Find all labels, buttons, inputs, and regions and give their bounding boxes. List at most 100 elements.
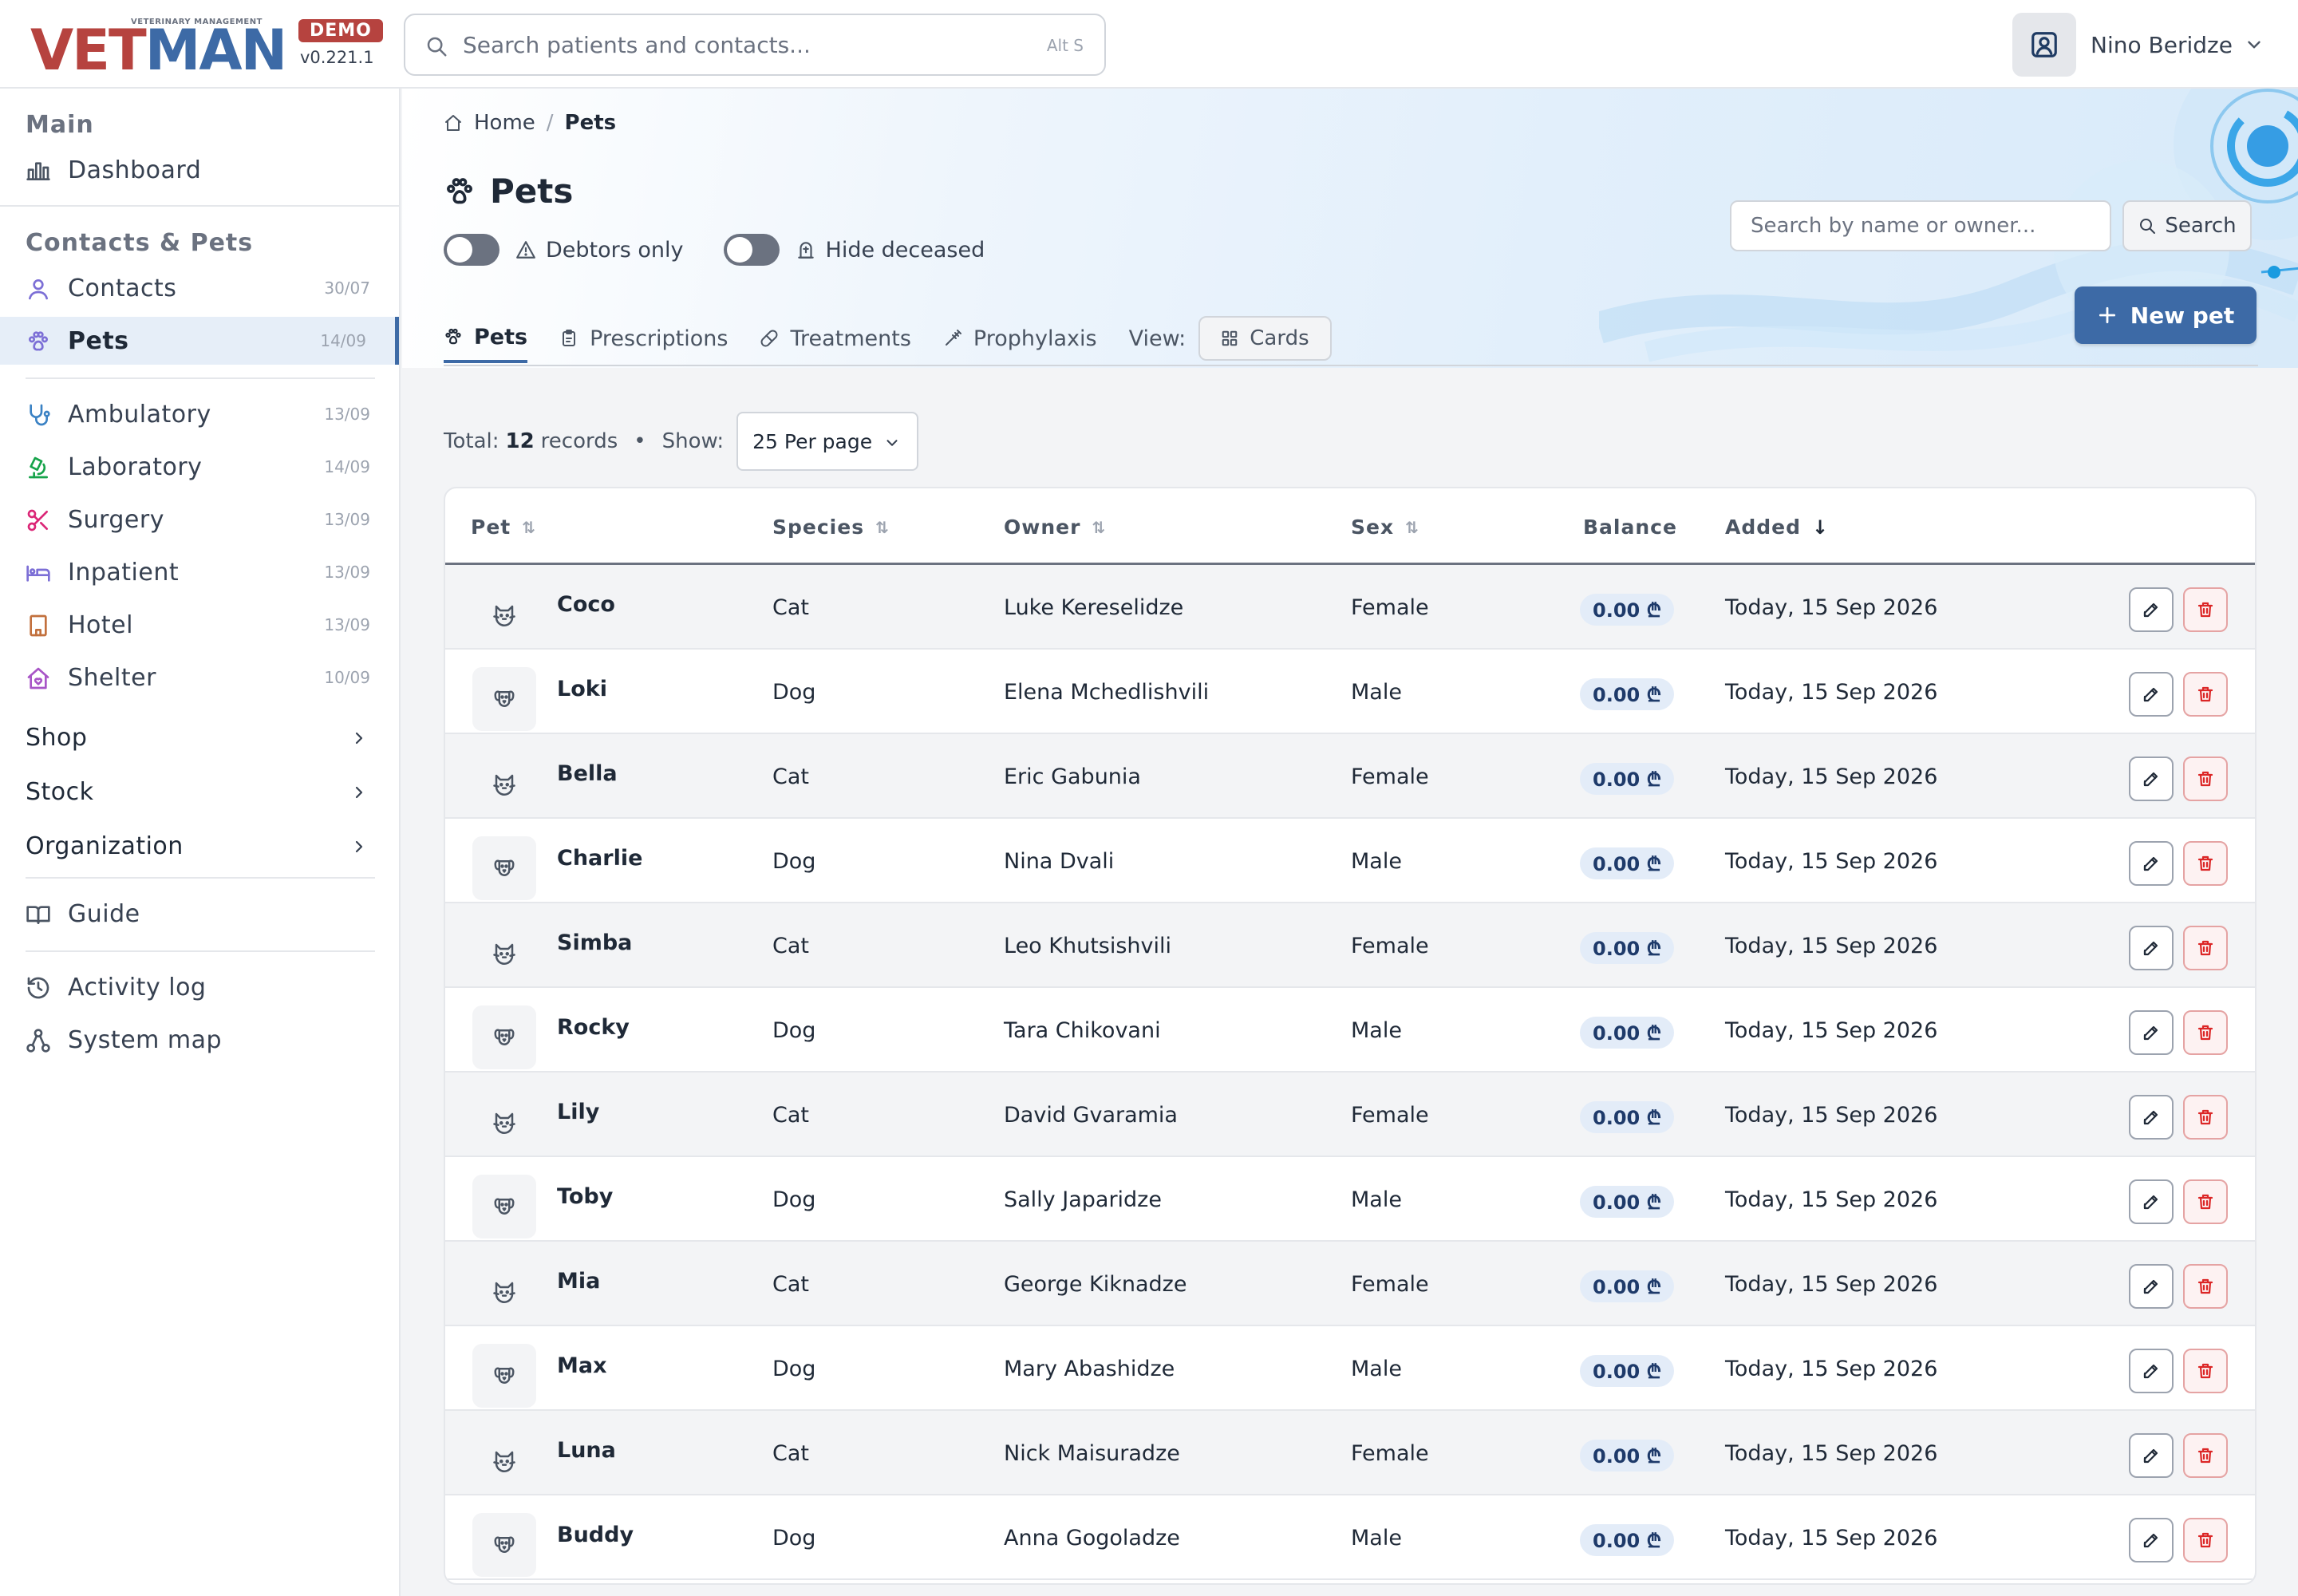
table-row[interactable]: Charlie Dog Nina Dvali Male 0.00 ₾ Today, 15 … [445,819,2255,903]
global-search-input[interactable] [463,15,989,74]
table-row[interactable]: Luna Cat Nick Maisuradze Female 0.00 ₾ Today,… [445,1411,2255,1495]
pet-owner[interactable]: George Kiknadze [1004,1272,1187,1297]
pet-owner[interactable]: Eric Gabunia [1004,764,1141,789]
pet-name[interactable]: Buddy [557,1523,634,1547]
view-mode-cards-button[interactable]: Cards [1198,316,1332,361]
column-header-species[interactable]: Species ⇅ [772,516,889,539]
table-row[interactable]: Buddy Dog Anna Gogoladze Male 0.00 ₾ Today, 1… [445,1495,2255,1580]
sidebar-item-surgery[interactable]: Surgery 13/09 [0,496,399,543]
column-header-pet[interactable]: Pet ⇅ [471,516,535,539]
delete-button[interactable] [2183,757,2228,801]
edit-icon [2143,772,2158,787]
sidebar-group-shop[interactable]: Shop [0,714,399,762]
pill-icon [760,330,778,347]
pet-search-input[interactable] [1731,202,2110,250]
tab-prescriptions[interactable]: Prescriptions [559,314,728,363]
pet-owner[interactable]: David Gvaramia [1004,1103,1178,1128]
edit-button[interactable] [2129,587,2174,632]
table-row[interactable]: Simba Cat Leo Khutsishvili Female 0.00 ₾ Toda… [445,903,2255,988]
edit-button[interactable] [2129,1264,2174,1309]
pet-name[interactable]: Rocky [557,1015,630,1040]
delete-button[interactable] [2183,1095,2228,1140]
sidebar-group-organization[interactable]: Organization [0,823,399,871]
sidebar-group-stock[interactable]: Stock [0,768,399,816]
table-row[interactable]: Bella Cat Eric Gabunia Female 0.00 ₾ Today, 1… [445,734,2255,819]
delete-button[interactable] [2183,1349,2228,1393]
pet-search-box[interactable] [1730,200,2111,251]
new-pet-button[interactable]: New pet [2075,286,2257,344]
table-row[interactable]: Coco Cat Luke Kereselidze Female 0.00 ₾ Today… [445,565,2255,650]
sidebar-item-pets[interactable]: Pets 14/09 [0,317,399,365]
pet-name[interactable]: Bella [557,761,618,786]
sidebar-item-guide[interactable]: Guide [0,890,399,938]
edit-button[interactable] [2129,1095,2174,1140]
pet-name[interactable]: Lily [557,1100,599,1124]
tab-prophylaxis[interactable]: Prophylaxis [943,314,1097,363]
delete-button[interactable] [2183,1264,2228,1309]
table-row[interactable]: Toby Dog Sally Japaridze Male 0.00 ₾ Today, 1… [445,1157,2255,1242]
paw-icon [29,331,48,351]
edit-button[interactable] [2129,1179,2174,1224]
global-search[interactable]: Alt S [404,14,1106,76]
pet-owner[interactable]: Sally Japaridze [1004,1187,1162,1212]
sidebar-item-laboratory[interactable]: Laboratory 14/09 [0,443,399,491]
pet-owner[interactable]: Nick Maisuradze [1004,1441,1180,1466]
edit-button[interactable] [2129,1349,2174,1393]
delete-button[interactable] [2183,1179,2228,1224]
pet-name[interactable]: Coco [557,592,615,617]
table-row[interactable]: Rocky Dog Tara Chikovani Male 0.00 ₾ Today, 1… [445,988,2255,1073]
pet-owner[interactable]: Leo Khutsishvili [1004,934,1171,958]
pet-owner[interactable]: Nina Dvali [1004,849,1114,874]
table-row[interactable]: Lily Cat David Gvaramia Female 0.00 ₾ Today, … [445,1073,2255,1157]
pet-owner[interactable]: Elena Mchedlishvili [1004,680,1209,705]
pet-owner[interactable]: Anna Gogoladze [1004,1526,1180,1551]
edit-button[interactable] [2129,1433,2174,1478]
delete-button[interactable] [2183,672,2228,717]
table-row[interactable]: Loki Dog Elena Mchedlishvili Male 0.00 ₾ Toda… [445,650,2255,734]
sidebar-item-inpatient[interactable]: Inpatient 13/09 [0,548,399,596]
edit-button[interactable] [2129,926,2174,970]
sidebar-item-shelter[interactable]: Shelter 10/09 [0,654,399,701]
search-button[interactable]: Search [2122,200,2252,251]
breadcrumb-home-link[interactable]: Home [474,111,535,135]
column-header-owner[interactable]: Owner ⇅ [1004,516,1105,539]
pet-name[interactable]: Toby [557,1184,613,1209]
sidebar-item-system-map[interactable]: System map [0,1016,399,1064]
pet-name[interactable]: Max [557,1353,607,1378]
sidebar-item-activity-log[interactable]: Activity log [0,963,399,1011]
delete-button[interactable] [2183,841,2228,886]
delete-button[interactable] [2183,1518,2228,1562]
tab-treatments[interactable]: Treatments [760,314,911,363]
pet-name[interactable]: Charlie [557,846,642,871]
sidebar-item-hotel[interactable]: Hotel 13/09 [0,601,399,649]
column-header-sex[interactable]: Sex ⇅ [1351,516,1419,539]
delete-button[interactable] [2183,926,2228,970]
delete-button[interactable] [2183,1433,2228,1478]
column-header-added[interactable]: Added ↓ [1725,516,1828,539]
per-page-select[interactable]: 25 Per page [736,412,919,471]
pet-owner[interactable]: Mary Abashidze [1004,1357,1175,1381]
edit-button[interactable] [2129,672,2174,717]
tab-pets[interactable]: Pets [444,314,528,363]
sidebar-item-ambulatory[interactable]: Ambulatory 13/09 [0,390,399,438]
delete-button[interactable] [2183,1010,2228,1055]
debtors-only-toggle[interactable] [444,234,499,266]
sidebar-item-dashboard[interactable]: Dashboard [0,146,399,194]
pet-name[interactable]: Loki [557,677,607,701]
edit-button[interactable] [2129,841,2174,886]
pet-name[interactable]: Mia [557,1269,600,1294]
hide-deceased-toggle[interactable] [723,234,780,266]
edit-button[interactable] [2129,1518,2174,1562]
user-menu[interactable]: Nino Beridze [2012,13,2264,77]
pet-name[interactable]: Luna [557,1438,616,1463]
delete-button[interactable] [2183,587,2228,632]
table-row[interactable]: Max Dog Mary Abashidze Male 0.00 ₾ Today, 15 … [445,1326,2255,1411]
pet-name[interactable]: Simba [557,930,632,955]
edit-button[interactable] [2129,1010,2174,1055]
bed-icon [26,565,50,582]
sidebar-item-contacts[interactable]: Contacts 30/07 [0,264,399,312]
pet-owner[interactable]: Luke Kereselidze [1004,595,1183,620]
table-row[interactable]: Mia Cat George Kiknadze Female 0.00 ₾ Today, … [445,1242,2255,1326]
pet-owner[interactable]: Tara Chikovani [1004,1018,1161,1043]
edit-button[interactable] [2129,757,2174,801]
